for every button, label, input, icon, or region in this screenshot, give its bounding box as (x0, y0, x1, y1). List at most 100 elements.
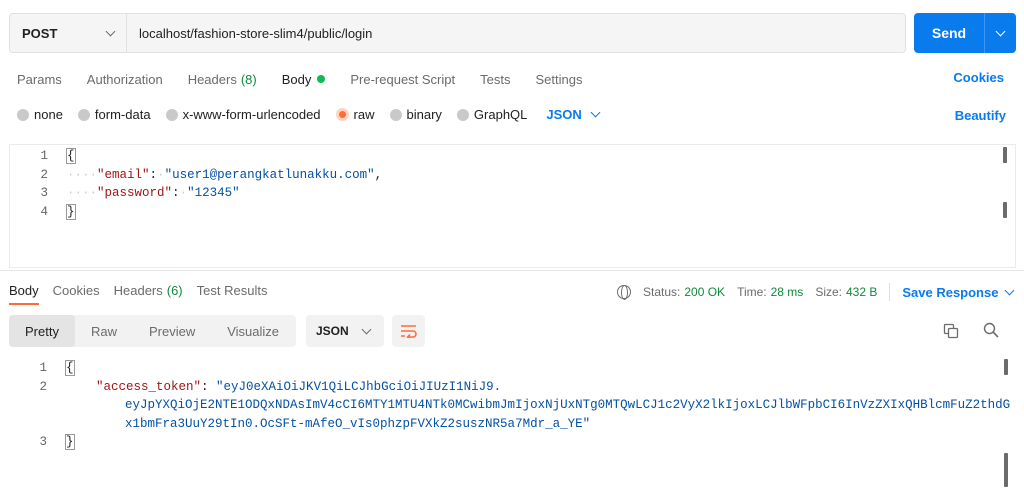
code-text: } (66, 203, 76, 220)
open-brace: { (66, 148, 76, 165)
view-visualize[interactable]: Visualize (211, 315, 295, 347)
chevron-down-icon (361, 324, 372, 334)
search-icon[interactable] (983, 322, 999, 338)
pane-divider[interactable] (0, 270, 1024, 271)
tab-label: Tests (480, 71, 511, 87)
radio-graphql[interactable]: GraphQL (456, 107, 528, 122)
radio-label: none (34, 107, 63, 122)
response-body-viewer[interactable]: 1 { 2 "access_token": "eyJ0eXAiOiJKV1QiL… (9, 355, 1016, 490)
code-line: 2 ····"email":·"user1@perangkatlunakku.c… (10, 166, 1015, 185)
tab-label: Headers (187, 71, 237, 87)
wrap-lines-button[interactable] (392, 315, 425, 347)
send-button-group: Send (914, 13, 1016, 53)
scrollbar-thumb[interactable] (1004, 453, 1008, 487)
email-value: "user1@perangkatlunakku.com" (164, 167, 375, 182)
send-label: Send (931, 25, 967, 41)
size-label: Size: (815, 285, 842, 299)
code-line: 4 } (10, 203, 1015, 222)
tab-response-headers[interactable]: Headers (6) (114, 283, 183, 305)
radio-icon (17, 108, 29, 121)
line-number: 2 (39, 379, 47, 394)
view-preview[interactable]: Preview (133, 315, 211, 347)
method-label: POST (22, 25, 58, 41)
headers-count: (8) (240, 71, 257, 87)
status-label: Status: (643, 285, 681, 299)
code-text: { (66, 148, 76, 165)
view-raw[interactable]: Raw (75, 315, 133, 347)
tab-settings[interactable]: Settings (535, 70, 582, 88)
body-type-selector: none form-data x-www-form-urlencoded raw… (17, 107, 601, 122)
token-key: "access_token" (96, 379, 202, 394)
code-text: { (65, 360, 75, 377)
radio-icon (389, 108, 402, 121)
send-options-button[interactable] (984, 13, 1016, 53)
token-value-part-1: "eyJ0eXAiOiJKV1QiLCJhbGciOiJIUzI1NiJ9. (216, 379, 502, 394)
radio-label: GraphQL (473, 107, 528, 122)
tab-authorization[interactable]: Authorization (87, 70, 163, 88)
response-status-bar: Status: 200 OK Time: 28 ms Size: 432 B S… (617, 283, 1015, 301)
save-response-label: Save Response (902, 284, 999, 300)
chevron-down-icon (105, 26, 116, 36)
code-line: 1 { (9, 359, 1016, 378)
open-brace: { (65, 360, 75, 377)
format-label: JSON (546, 107, 582, 122)
tab-response-cookies[interactable]: Cookies (53, 283, 100, 305)
radio-none[interactable]: none (17, 107, 63, 122)
view-pretty[interactable]: Pretty (9, 315, 75, 347)
method-select[interactable]: POST (10, 14, 127, 52)
globe-icon[interactable] (617, 285, 631, 300)
radio-label: raw (353, 107, 375, 122)
format-label: JSON (316, 324, 349, 338)
divider (889, 283, 891, 301)
time-label: Time: (737, 285, 767, 299)
url-input[interactable] (127, 14, 905, 52)
tab-test-results[interactable]: Test Results (197, 283, 268, 305)
tab-label: Body (9, 283, 39, 298)
close-brace: } (66, 203, 76, 220)
tab-body[interactable]: Body (282, 70, 326, 88)
send-button[interactable]: Send (914, 13, 984, 53)
headers-count: (6) (166, 283, 183, 298)
code-line: 3 ····"password":·"12345" (10, 184, 1015, 203)
save-response-button[interactable]: Save Response (902, 284, 1015, 300)
scrollbar-top[interactable] (1003, 147, 1007, 163)
size-value[interactable]: 432 B (846, 285, 877, 299)
close-brace: } (65, 434, 75, 451)
status-value[interactable]: 200 OK (684, 285, 725, 299)
line-number: 3 (40, 186, 48, 201)
radio-urlencoded[interactable]: x-www-form-urlencoded (165, 107, 321, 122)
tab-response-body[interactable]: Body (9, 283, 39, 305)
response-format-select[interactable]: JSON (306, 315, 384, 347)
beautify-button[interactable]: Beautify (955, 108, 1006, 123)
code-text: ····"email":·"user1@perangkatlunakku.com… (67, 167, 383, 182)
request-body-editor[interactable]: 1 { 2 ····"email":·"user1@perangkatlunak… (9, 144, 1016, 268)
radio-form-data[interactable]: form-data (77, 107, 151, 122)
request-tabs: Params Authorization Headers (8) Body Pre… (17, 70, 607, 88)
scrollbar-top[interactable] (1004, 359, 1008, 375)
password-value: "12345" (187, 186, 240, 201)
radio-binary[interactable]: binary (389, 107, 442, 122)
radio-raw[interactable]: raw (335, 107, 375, 122)
radio-label: x-www-form-urlencoded (182, 107, 321, 122)
tab-tests[interactable]: Tests (480, 70, 510, 88)
copy-icon[interactable] (943, 323, 959, 339)
tab-headers[interactable]: Headers (8) (188, 70, 257, 88)
tab-pre-request-script[interactable]: Pre-request Script (350, 70, 455, 88)
tab-params[interactable]: Params (17, 70, 62, 88)
tab-label: Settings (535, 71, 583, 87)
view-mode-selector: Pretty Raw Preview Visualize (9, 315, 296, 347)
chevron-down-icon (995, 26, 1006, 36)
radio-icon (165, 108, 178, 121)
code-text: ····"password":·"12345" (67, 186, 240, 201)
cookies-link[interactable]: Cookies (953, 70, 1004, 85)
tab-label: Params (17, 71, 62, 87)
line-number: 4 (40, 204, 48, 219)
wrap-lines-icon (400, 325, 417, 338)
token-value-part-2: eyJpYXQiOjE2NTE1ODQxNDAsImV4cCI6MTY1MTU4… (125, 398, 1011, 413)
tab-label: Test Results (196, 283, 268, 298)
email-key: "email" (97, 167, 150, 182)
line-number: 1 (39, 361, 47, 376)
body-format-select[interactable]: JSON (546, 107, 601, 122)
time-value[interactable]: 28 ms (771, 285, 804, 299)
scrollbar-thumb[interactable] (1003, 202, 1007, 218)
